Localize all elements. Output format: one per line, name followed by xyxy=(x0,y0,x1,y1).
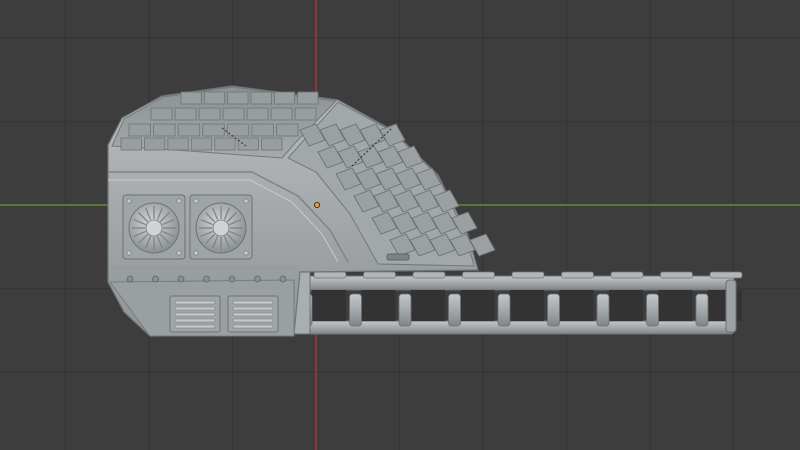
fan-screw xyxy=(243,250,249,256)
rivet xyxy=(203,275,210,283)
barrel-rail xyxy=(293,269,743,335)
rivet xyxy=(126,275,134,283)
rail-post xyxy=(448,293,461,327)
roof-tile xyxy=(177,123,201,137)
rail-ridges xyxy=(313,271,743,279)
rail-ridge xyxy=(462,271,495,279)
roof-tile xyxy=(237,137,259,151)
viewport-canvas[interactable] xyxy=(0,0,800,450)
rail-ridge xyxy=(412,271,446,279)
fan-screw xyxy=(126,198,132,204)
fan-screw xyxy=(126,250,132,256)
rail-post xyxy=(646,293,659,327)
roof-tile xyxy=(246,107,269,121)
fan-screw xyxy=(193,198,199,204)
roof-tile xyxy=(180,91,202,105)
roof-tile xyxy=(198,107,221,121)
roof-tile xyxy=(174,107,197,121)
roof-tile xyxy=(251,123,274,137)
rail-post xyxy=(547,293,560,327)
fan-screw xyxy=(176,198,182,204)
origin-marker[interactable] xyxy=(313,201,320,208)
roof-tile xyxy=(261,137,283,151)
roof-tile xyxy=(167,137,189,151)
vent-slat xyxy=(174,312,216,317)
rail-slot xyxy=(658,290,693,321)
fan-screw xyxy=(243,198,249,204)
vent-slat xyxy=(174,300,216,305)
vent-slat xyxy=(174,324,216,329)
rail-ridge xyxy=(610,271,644,279)
fan-hub xyxy=(145,219,163,237)
vent-slat xyxy=(232,318,274,323)
rivet xyxy=(254,275,261,283)
rail-slot xyxy=(559,290,594,321)
rail-post xyxy=(349,293,362,327)
roof-tile xyxy=(222,107,245,121)
roof-tile xyxy=(273,91,296,105)
rail-slots xyxy=(299,290,742,327)
front-slot xyxy=(386,253,410,261)
rivet xyxy=(177,275,185,283)
vent-slat xyxy=(232,312,274,317)
roof-tile xyxy=(202,123,225,137)
roof-tile xyxy=(227,91,249,105)
roof-tile xyxy=(276,123,299,137)
vent-slat xyxy=(232,300,274,305)
rivet xyxy=(279,275,287,283)
rail-slot xyxy=(510,290,544,321)
rail-slot xyxy=(708,290,742,321)
roof-tile xyxy=(203,91,226,105)
roof-tile xyxy=(297,91,319,105)
rail-post xyxy=(497,293,511,327)
rail-post xyxy=(596,293,610,327)
rail-ridge xyxy=(561,271,594,279)
roof-tile xyxy=(226,123,250,137)
rail-post xyxy=(695,293,709,327)
roof-tile xyxy=(153,123,176,137)
roof-tile xyxy=(270,107,293,121)
vent-slat xyxy=(174,318,216,323)
3d-viewport[interactable] xyxy=(0,0,800,450)
rail-ridge xyxy=(709,271,743,279)
roof-tile xyxy=(214,137,236,151)
rail-slot xyxy=(609,290,643,321)
rail-ridge xyxy=(363,271,396,279)
roof-tile xyxy=(190,137,213,151)
rail-slot xyxy=(361,290,396,321)
rail-ridge xyxy=(660,271,693,279)
roof-tile xyxy=(150,107,173,121)
rail-slot xyxy=(312,290,346,321)
rail-post xyxy=(398,293,412,327)
roof-tile xyxy=(128,123,151,137)
roof-tile xyxy=(250,91,272,105)
rail-slot xyxy=(411,290,445,321)
roof-tile xyxy=(120,137,142,151)
roof-tile xyxy=(144,137,166,151)
rivet xyxy=(152,275,159,283)
armor-tile xyxy=(469,233,496,257)
rivet xyxy=(228,275,236,283)
rail-ridge xyxy=(313,271,347,279)
vent-slat xyxy=(232,306,274,311)
rail-ridge xyxy=(511,271,545,279)
roof-tile xyxy=(294,107,317,121)
rail-slot xyxy=(460,290,495,321)
fan-hub xyxy=(212,219,230,237)
vent-slat xyxy=(232,324,274,329)
fan-screw xyxy=(193,250,199,256)
vent-slat xyxy=(174,306,216,311)
fan-screw xyxy=(176,250,182,256)
